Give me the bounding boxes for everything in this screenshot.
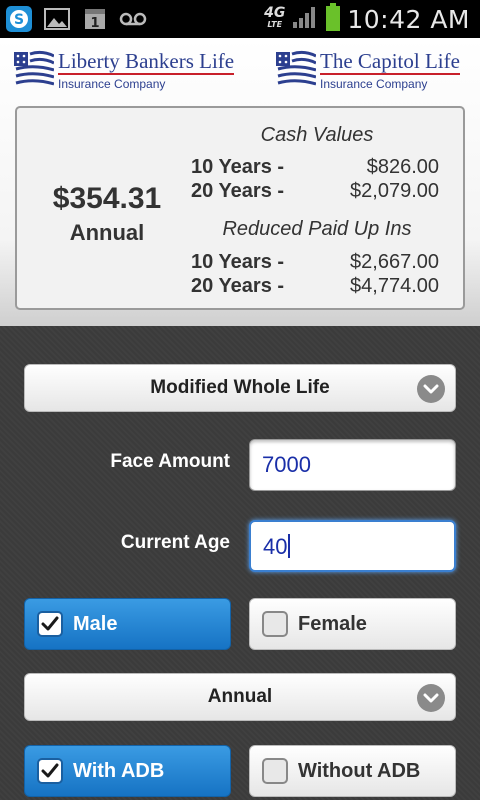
- without-adb-toggle[interactable]: Without ADB: [249, 745, 456, 797]
- flag-logo-icon: [276, 50, 316, 86]
- svg-text:1: 1: [90, 16, 99, 31]
- checkbox-unchecked-icon: [262, 611, 288, 637]
- chevron-down-icon: [417, 375, 445, 403]
- logo-right-name: The Capitol Life: [320, 49, 460, 73]
- voicemail-icon: [118, 4, 148, 34]
- signal-icon: [291, 4, 319, 35]
- clock: 10:42 AM: [347, 4, 470, 34]
- checkbox-checked-icon: [37, 611, 63, 637]
- calendar-icon: 1: [80, 4, 110, 34]
- cash-value-row: 10 Years - $826.00: [191, 156, 439, 178]
- checkbox-unchecked-icon: [262, 758, 288, 784]
- liberty-bankers-logo: Liberty Bankers Life Insurance Company: [14, 49, 235, 94]
- current-age-input[interactable]: 40: [249, 520, 456, 572]
- logo-right-sub: Insurance Company: [320, 77, 428, 91]
- payment-mode-select[interactable]: Annual: [24, 673, 456, 721]
- female-toggle[interactable]: Female: [249, 598, 456, 650]
- with-adb-toggle[interactable]: With ADB: [24, 745, 231, 797]
- face-amount-label: Face Amount: [110, 451, 230, 472]
- checkbox-checked-icon: [37, 758, 63, 784]
- quote-summary-card: $354.31 Annual Cash Values 10 Years - $8…: [15, 106, 465, 310]
- premium-block: $354.31 Annual: [17, 182, 197, 246]
- text-cursor: [288, 534, 291, 558]
- flag-logo-icon: [14, 50, 54, 86]
- cash-values-title: Cash Values: [260, 124, 374, 146]
- capitol-life-logo: The Capitol Life Insurance Company: [276, 50, 460, 94]
- premium-amount: $354.31: [52, 182, 162, 215]
- plan-select[interactable]: Modified Whole Life: [24, 364, 456, 412]
- gallery-icon: [42, 4, 72, 34]
- reduced-paid-up-row: 20 Years - $4,774.00: [191, 275, 439, 297]
- chevron-down-icon: [417, 684, 445, 712]
- cash-value-row: 20 Years - $2,079.00: [191, 180, 439, 202]
- app-header: Liberty Bankers Life Insurance Company T…: [0, 38, 480, 326]
- status-bar: S 1 4G LTE 10:42 AM: [0, 0, 480, 38]
- male-toggle[interactable]: Male: [24, 598, 231, 650]
- face-amount-input[interactable]: 7000: [249, 439, 456, 491]
- quote-form: Modified Whole Life Face Amount 7000 Cur…: [0, 326, 480, 800]
- premium-mode: Annual: [69, 220, 145, 245]
- reduced-paid-up-row: 10 Years - $2,667.00: [191, 251, 439, 273]
- battery-icon: [325, 2, 341, 37]
- reduced-paid-up-title: Reduced Paid Up Ins: [222, 218, 412, 240]
- network-type-indicator: 4G LTE: [264, 5, 286, 29]
- skype-icon: S: [4, 4, 34, 34]
- svg-text:S: S: [14, 12, 24, 28]
- logo-left-sub: Insurance Company: [58, 77, 166, 91]
- current-age-label: Current Age: [120, 532, 230, 553]
- logo-left-name: Liberty Bankers Life: [58, 49, 235, 73]
